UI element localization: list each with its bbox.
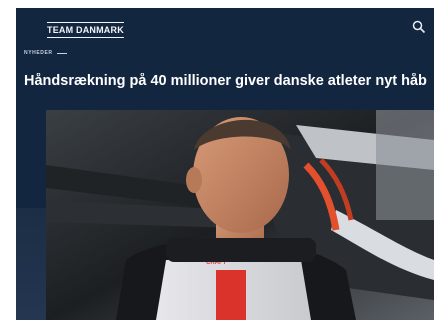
team-danmark-logo[interactable]: TEAM DANMARK bbox=[47, 22, 124, 38]
article-kicker[interactable]: NYHEDER bbox=[24, 50, 67, 56]
article-photo: CRAFT bbox=[46, 110, 434, 320]
website-screen: TEAM DANMARK NYHEDER Håndsrækning på 40 … bbox=[16, 8, 434, 320]
kicker-label: NYHEDER bbox=[24, 50, 53, 56]
kicker-dash bbox=[56, 52, 67, 54]
article-headline[interactable]: Håndsrækning på 40 millioner giver dansk… bbox=[24, 73, 434, 89]
athlete-photo-illustration: CRAFT bbox=[46, 110, 434, 320]
site-header: TEAM DANMARK bbox=[16, 8, 434, 48]
page-edge bbox=[16, 208, 46, 320]
search-icon[interactable] bbox=[412, 20, 426, 34]
